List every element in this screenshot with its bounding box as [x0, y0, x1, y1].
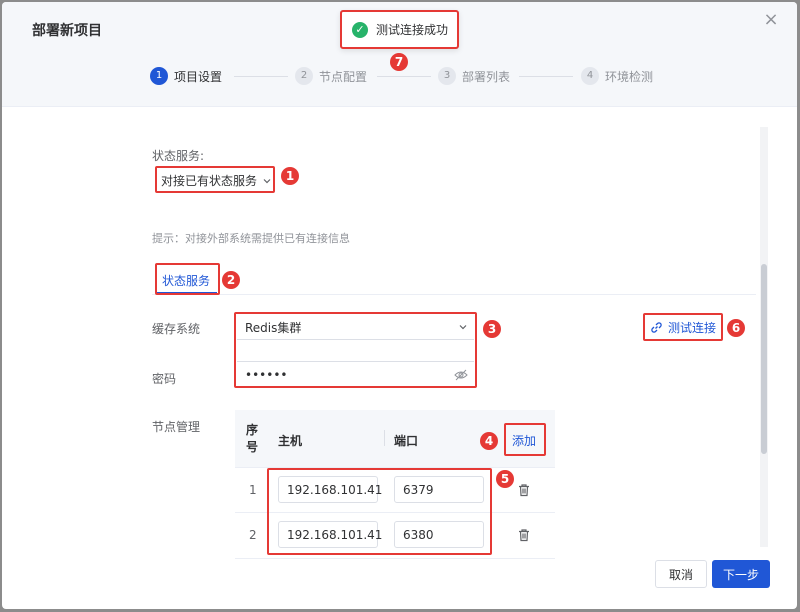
step-node-config[interactable]: 2 节点配置 [295, 67, 367, 85]
trash-icon[interactable] [517, 483, 531, 497]
annotation-badge: 1 [281, 167, 299, 185]
col-divider [384, 430, 385, 446]
link-icon [651, 322, 662, 333]
password-value: •••••• [245, 368, 288, 382]
col-host-header: 主机 [278, 434, 303, 448]
port-input[interactable]: 6379 [394, 476, 484, 503]
step-number: 2 [295, 67, 313, 85]
annotation-badge: 7 [390, 53, 408, 71]
annotation-badge: 6 [727, 319, 745, 337]
hint-text: 提示：对接外部系统需提供已有连接信息 [152, 232, 350, 245]
cancel-button[interactable]: 取消 [655, 560, 707, 588]
step-env-check[interactable]: 4 环境检测 [581, 67, 653, 85]
toast-message: 测试连接成功 [376, 23, 449, 37]
next-step-button[interactable]: 下一步 [712, 560, 770, 588]
col-port-header: 端口 [394, 434, 419, 448]
host-input[interactable]: 192.168.101.41 [278, 521, 382, 548]
add-node-button[interactable]: 添加 [512, 432, 536, 449]
test-connection-button[interactable]: 测试连接 [650, 319, 716, 336]
scrollbar-thumb[interactable] [761, 264, 767, 454]
dialog-title: 部署新项目 [32, 23, 102, 39]
step-project-settings[interactable]: 1 项目设置 [150, 67, 222, 85]
tab-divider [152, 294, 756, 295]
step-number: 3 [438, 67, 456, 85]
row-index: 2 [249, 528, 257, 542]
trash-icon[interactable] [517, 528, 531, 542]
chevron-down-icon [459, 325, 467, 330]
host-input[interactable]: 192.168.101.41 [278, 476, 382, 503]
step-connector [234, 76, 288, 77]
step-number: 4 [581, 67, 599, 85]
node-management-label: 节点管理 [152, 420, 201, 434]
success-toast: ✓ 测试连接成功 [340, 10, 459, 49]
eye-off-icon[interactable] [454, 369, 468, 381]
step-label: 节点配置 [319, 69, 368, 84]
cache-system-label: 缓存系统 [152, 322, 201, 336]
password-label: 密码 [152, 372, 177, 386]
step-connector [519, 76, 573, 77]
port-input[interactable]: 6380 [394, 521, 484, 548]
tab-state-service[interactable]: 状态服务 [162, 272, 210, 289]
deploy-dialog: 部署新项目 × 1 项目设置 2 节点配置 3 部署列表 4 环境检测 状态服务… [2, 2, 797, 609]
annotation-badge: 2 [222, 271, 240, 289]
state-service-label: 状态服务: [152, 149, 205, 163]
state-service-value: 对接已有状态服务 [161, 174, 258, 188]
close-icon[interactable]: × [763, 11, 779, 29]
check-circle-icon: ✓ [352, 21, 368, 38]
step-label: 部署列表 [462, 69, 511, 84]
row-divider [235, 558, 555, 559]
password-input[interactable]: •••••• [237, 364, 474, 386]
step-connector [377, 76, 431, 77]
row-index: 1 [249, 483, 257, 497]
step-label: 项目设置 [174, 69, 223, 84]
annotation-badge: 4 [480, 432, 498, 450]
annotation-badge: 3 [483, 320, 501, 338]
col-index-header: 序号 [246, 423, 259, 454]
step-deploy-list[interactable]: 3 部署列表 [438, 67, 510, 85]
cache-system-value: Redis集群 [245, 320, 302, 335]
chevron-down-icon [263, 178, 271, 183]
step-label: 环境检测 [605, 69, 654, 84]
test-connection-label: 测试连接 [668, 321, 717, 335]
step-number: 1 [150, 67, 168, 85]
annotation-badge: 5 [496, 470, 514, 488]
state-service-select[interactable]: 对接已有状态服务 [161, 172, 272, 189]
cache-system-select[interactable]: Redis集群 [237, 315, 474, 340]
empty-field[interactable] [237, 341, 474, 362]
